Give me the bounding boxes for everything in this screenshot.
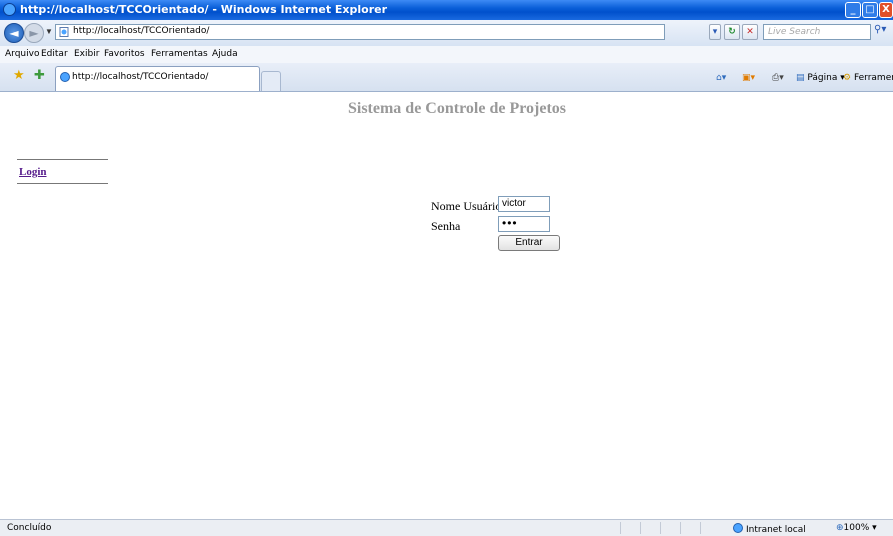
new-tab-button[interactable] [261, 71, 281, 91]
search-icon[interactable]: ⚲▾ [874, 24, 893, 40]
menu-ajuda[interactable]: Ajuda [212, 49, 238, 59]
search-input[interactable]: Live Search [763, 24, 871, 40]
password-label: Senha [431, 219, 461, 233]
status-text: Concluído [7, 523, 52, 533]
menu-arquivo[interactable]: Arquivo [5, 49, 39, 59]
ie-icon [3, 3, 16, 16]
status-separator [620, 522, 621, 534]
menu-ferramentas[interactable]: Ferramentas [151, 49, 208, 59]
stop-icon[interactable]: ✕ [742, 24, 758, 40]
status-bar: Concluído Intranet local ⊕100% ▾ [0, 519, 893, 536]
menu-exibir[interactable]: Exibir [74, 49, 99, 59]
password-field[interactable]: ••• [498, 216, 550, 232]
status-separator [680, 522, 681, 534]
address-field[interactable]: http://localhost/TCCOrientado/ [55, 24, 665, 40]
page-title: Sistema de Controle de Projetos [347, 100, 567, 117]
add-favorites-icon[interactable]: ✚ [34, 68, 45, 83]
page-icon [60, 72, 70, 82]
status-separator [700, 522, 701, 534]
tab-current[interactable]: http://localhost/TCCOrientado/ [55, 66, 260, 91]
username-label: Nome Usuário [431, 199, 502, 213]
window-title: http://localhost/TCCOrientado/ - Windows… [20, 3, 388, 16]
zone-label: Intranet local [746, 525, 806, 535]
title-bar: http://localhost/TCCOrientado/ - Windows… [0, 0, 893, 20]
home-icon[interactable]: ⌂▾ [716, 73, 726, 83]
address-url: http://localhost/TCCOrientado/ [73, 26, 210, 36]
zoom-control[interactable]: ⊕100% ▾ [836, 523, 877, 533]
menu-editar[interactable]: Editar [41, 49, 68, 59]
globe-icon [733, 523, 743, 533]
tab-toolbar: ★ ✚ http://localhost/TCCOrientado/ ⌂▾ ▣▾… [0, 63, 893, 92]
print-icon[interactable]: ⎙▾ [772, 73, 784, 83]
zoom-level: 100% [843, 523, 870, 533]
tab-label: http://localhost/TCCOrientado/ [72, 72, 209, 82]
page-menu-icon[interactable]: ▤ Página ▾ [796, 73, 845, 83]
close-button[interactable]: X [879, 2, 893, 18]
zoom-icon: ⊕ [836, 523, 844, 533]
minimize-button[interactable]: _ [845, 2, 861, 18]
address-dropdown-icon[interactable]: ▾ [709, 24, 721, 40]
favorites-star-icon[interactable]: ★ [13, 68, 25, 83]
menu-bar: Arquivo Editar Exibir Favoritos Ferramen… [0, 46, 893, 64]
page-content: Sistema de Controle de Projetos Login No… [0, 92, 893, 519]
address-toolbar: ◄ ► ▼ http://localhost/TCCOrientado/ ▾ ↻… [0, 20, 893, 46]
divider [17, 183, 108, 184]
recent-pages-dropdown[interactable]: ▼ [45, 27, 53, 36]
tools-gear-icon: ⚙ [843, 73, 852, 83]
tools-menu-label: Ferramentas [853, 73, 893, 83]
status-separator [660, 522, 661, 534]
page-menu-label: Página [807, 73, 838, 83]
feeds-icon[interactable]: ▣▾ [742, 73, 755, 83]
refresh-icon[interactable]: ↻ [724, 24, 740, 40]
security-zone[interactable]: Intranet local [733, 523, 806, 535]
tools-menu[interactable]: ⚙ Ferramentas ▾ [843, 73, 893, 83]
page-icon [59, 27, 69, 37]
maximize-button[interactable]: □ [862, 2, 878, 18]
status-separator [640, 522, 641, 534]
login-link[interactable]: Login [19, 166, 47, 178]
divider [17, 159, 108, 160]
username-field[interactable]: victor [498, 196, 550, 212]
login-submit-button[interactable]: Entrar [498, 235, 560, 251]
forward-icon[interactable]: ► [24, 23, 44, 43]
menu-favoritos[interactable]: Favoritos [104, 49, 145, 59]
back-icon[interactable]: ◄ [4, 23, 24, 43]
